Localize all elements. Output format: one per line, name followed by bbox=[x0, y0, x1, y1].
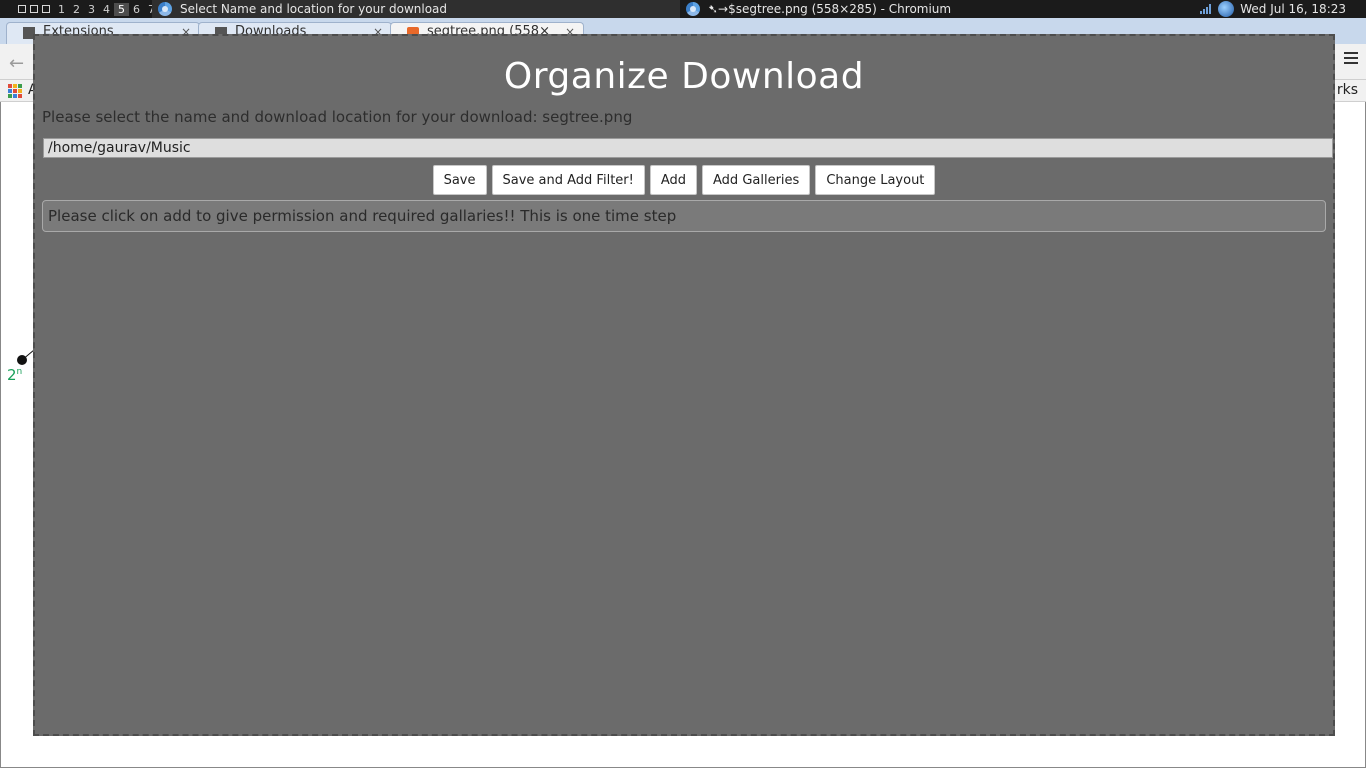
dialog-title: Organize Download bbox=[503, 56, 865, 97]
organize-download-dialog: Organize Download Please select the name… bbox=[33, 34, 1335, 736]
download-location-input[interactable] bbox=[43, 138, 1333, 158]
workspace-5[interactable]: 5 bbox=[114, 2, 129, 16]
back-arrow-icon[interactable]: ← bbox=[9, 53, 24, 74]
dialog-prompt: Please select the name and download loca… bbox=[42, 108, 633, 126]
chromium-icon bbox=[686, 2, 700, 16]
other-bookmarks-label[interactable]: rks bbox=[1337, 82, 1358, 98]
graph-node bbox=[17, 355, 27, 365]
add-galleries-button[interactable]: Add Galleries bbox=[702, 165, 811, 195]
save-button[interactable]: Save bbox=[432, 165, 487, 195]
add-button[interactable]: Add bbox=[649, 165, 698, 195]
chromium-icon bbox=[158, 2, 172, 16]
workspace-6[interactable]: 6 bbox=[129, 3, 144, 16]
menu-icon[interactable] bbox=[1344, 52, 1358, 64]
clock[interactable]: Wed Jul 16, 18:23 bbox=[1240, 2, 1346, 16]
workspace-2[interactable]: 2 bbox=[69, 3, 84, 16]
change-layout-button[interactable]: Change Layout bbox=[815, 165, 936, 195]
save-and-add-filter-button[interactable]: Save and Add Filter! bbox=[491, 165, 645, 195]
workspace-4[interactable]: 4 bbox=[99, 3, 114, 16]
system-panel: 1 2 3 4 5 6 7 8 9 Select Name and locati… bbox=[0, 0, 1366, 18]
layout-icon[interactable] bbox=[30, 5, 38, 13]
system-tray: Wed Jul 16, 18:23 bbox=[1200, 0, 1366, 18]
dialog-button-row: Save Save and Add Filter! Add Add Galler… bbox=[35, 165, 1333, 195]
taskbar-window-title: Select Name and location for your downlo… bbox=[180, 2, 448, 16]
graph-node-label: 2n bbox=[7, 366, 23, 384]
workspace-3[interactable]: 3 bbox=[84, 3, 99, 16]
taskbar-window-browser[interactable]: ➷→$segtree.png (558×285) - Chromium bbox=[680, 0, 1080, 18]
permission-message: Please click on add to give permission a… bbox=[42, 200, 1326, 232]
layout-icon[interactable] bbox=[18, 5, 26, 13]
signal-icon[interactable] bbox=[1200, 4, 1212, 14]
workspace-1[interactable]: 1 bbox=[54, 3, 69, 16]
apps-icon[interactable] bbox=[8, 84, 22, 98]
network-icon[interactable] bbox=[1218, 1, 1235, 17]
taskbar-window-title: ➷→$segtree.png (558×285) - Chromium bbox=[708, 2, 952, 16]
layout-icon[interactable] bbox=[42, 5, 50, 13]
taskbar-window-dialog[interactable]: Select Name and location for your downlo… bbox=[152, 0, 680, 18]
layout-icons bbox=[18, 5, 50, 13]
